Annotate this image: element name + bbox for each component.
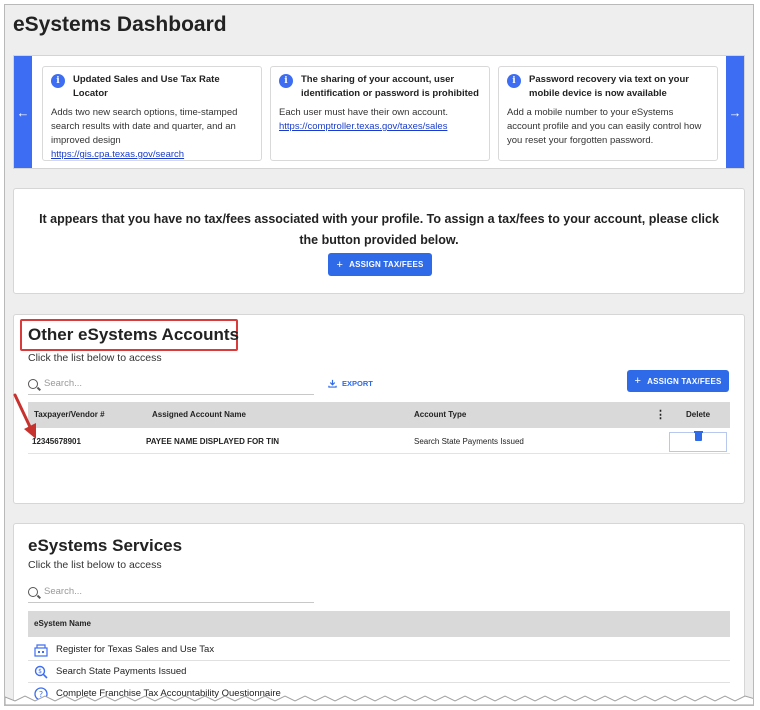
- notice-card: i Updated Sales and Use Tax Rate Locator…: [42, 66, 262, 161]
- notice-link[interactable]: https://comptroller.texas.gov/taxes/sale…: [279, 121, 447, 132]
- plus-icon: +: [634, 375, 642, 387]
- announcements-carousel: ← i Updated Sales and Use Tax Rate Locat…: [13, 55, 745, 169]
- column-header[interactable]: Assigned Account Name: [152, 402, 246, 428]
- arrow-right-icon: →: [728, 104, 742, 120]
- info-icon: i: [507, 74, 521, 88]
- services-title: eSystems Services: [28, 536, 183, 555]
- assign-tax-button[interactable]: + ASSIGN TAX/FEES: [328, 253, 432, 276]
- other-accounts-panel: Other eSystems Accounts Click the list b…: [13, 314, 745, 504]
- delete-button[interactable]: [669, 431, 727, 452]
- carousel-next-button[interactable]: →: [726, 56, 744, 168]
- torn-edge: [5, 695, 753, 705]
- assign-tax-label: ASSIGN TAX/FEES: [349, 260, 424, 269]
- accounts-table-header: Taxpayer/Vendor # Assigned Account Name …: [28, 402, 730, 428]
- services-search-input[interactable]: [44, 586, 264, 597]
- no-tax-panel: It appears that you have no tax/fees ass…: [13, 188, 745, 294]
- export-button[interactable]: EXPORT: [328, 379, 373, 388]
- list-item[interactable]: $ Search State Payments Issued: [28, 661, 730, 683]
- notice-title: Password recovery via text on your mobil…: [529, 74, 689, 99]
- page-title: eSystems Dashboard: [13, 13, 227, 36]
- assign-tax-label: ASSIGN TAX/FEES: [647, 376, 722, 386]
- trash-icon: [693, 431, 703, 441]
- column-header[interactable]: eSystem Name: [34, 611, 91, 637]
- info-icon: i: [279, 74, 293, 88]
- no-tax-message: It appears that you have no tax/fees ass…: [39, 212, 719, 247]
- arrow-left-icon: ←: [16, 104, 30, 120]
- services-search[interactable]: [28, 581, 314, 603]
- column-header[interactable]: Account Type: [414, 402, 466, 428]
- other-accounts-title: Other eSystems Accounts: [28, 325, 239, 344]
- other-accounts-subtitle: Click the list below to access: [28, 352, 162, 364]
- building-icon: [34, 643, 48, 657]
- export-label: EXPORT: [342, 379, 373, 388]
- list-item[interactable]: Register for Texas Sales and Use Tax: [28, 639, 730, 661]
- search-icon: [28, 378, 38, 389]
- notice-body: Add a mobile number to your eSystems acc…: [507, 107, 702, 146]
- notice-card: i Password recovery via text on your mob…: [498, 66, 718, 161]
- plus-icon: +: [336, 258, 344, 271]
- services-panel: eSystems Services Click the list below t…: [13, 523, 745, 705]
- table-row[interactable]: 12345678901 PAYEE NAME DISPLAYED FOR TIN…: [28, 430, 730, 454]
- search-icon: [28, 586, 38, 597]
- notice-title: Updated Sales and Use Tax Rate Locator: [73, 74, 220, 99]
- notice-body: Each user must have their own account.: [279, 107, 448, 118]
- notice-body: Adds two new search options, time-stampe…: [51, 107, 238, 146]
- notice-title: The sharing of your account, user identi…: [301, 74, 479, 99]
- services-subtitle: Click the list below to access: [28, 559, 162, 571]
- services-table-header: eSystem Name: [28, 611, 730, 637]
- column-header[interactable]: Taxpayer/Vendor #: [34, 402, 105, 428]
- accounts-search[interactable]: [28, 373, 314, 395]
- assign-tax-button-secondary[interactable]: + ASSIGN TAX/FEES: [627, 370, 729, 392]
- dashboard-frame: eSystems Dashboard ← i Updated Sales and…: [4, 4, 754, 706]
- download-icon: [328, 379, 337, 388]
- service-label: Register for Texas Sales and Use Tax: [56, 644, 215, 655]
- carousel-prev-button[interactable]: ←: [14, 56, 32, 168]
- search-dollar-icon: $: [34, 665, 48, 679]
- notice-card: i The sharing of your account, user iden…: [270, 66, 490, 161]
- accounts-search-input[interactable]: [44, 378, 264, 389]
- column-header: Delete: [686, 410, 711, 419]
- account-name: PAYEE NAME DISPLAYED FOR TIN: [146, 437, 280, 446]
- annotation-arrow-icon: [13, 393, 36, 439]
- svg-text:$: $: [38, 668, 42, 675]
- account-type: Search State Payments Issued: [414, 437, 524, 446]
- notice-link[interactable]: https://gis.cpa.texas.gov/search: [51, 149, 184, 160]
- column-menu-icon[interactable]: ⋮: [655, 402, 666, 428]
- service-label: Search State Payments Issued: [56, 666, 187, 677]
- info-icon: i: [51, 74, 65, 88]
